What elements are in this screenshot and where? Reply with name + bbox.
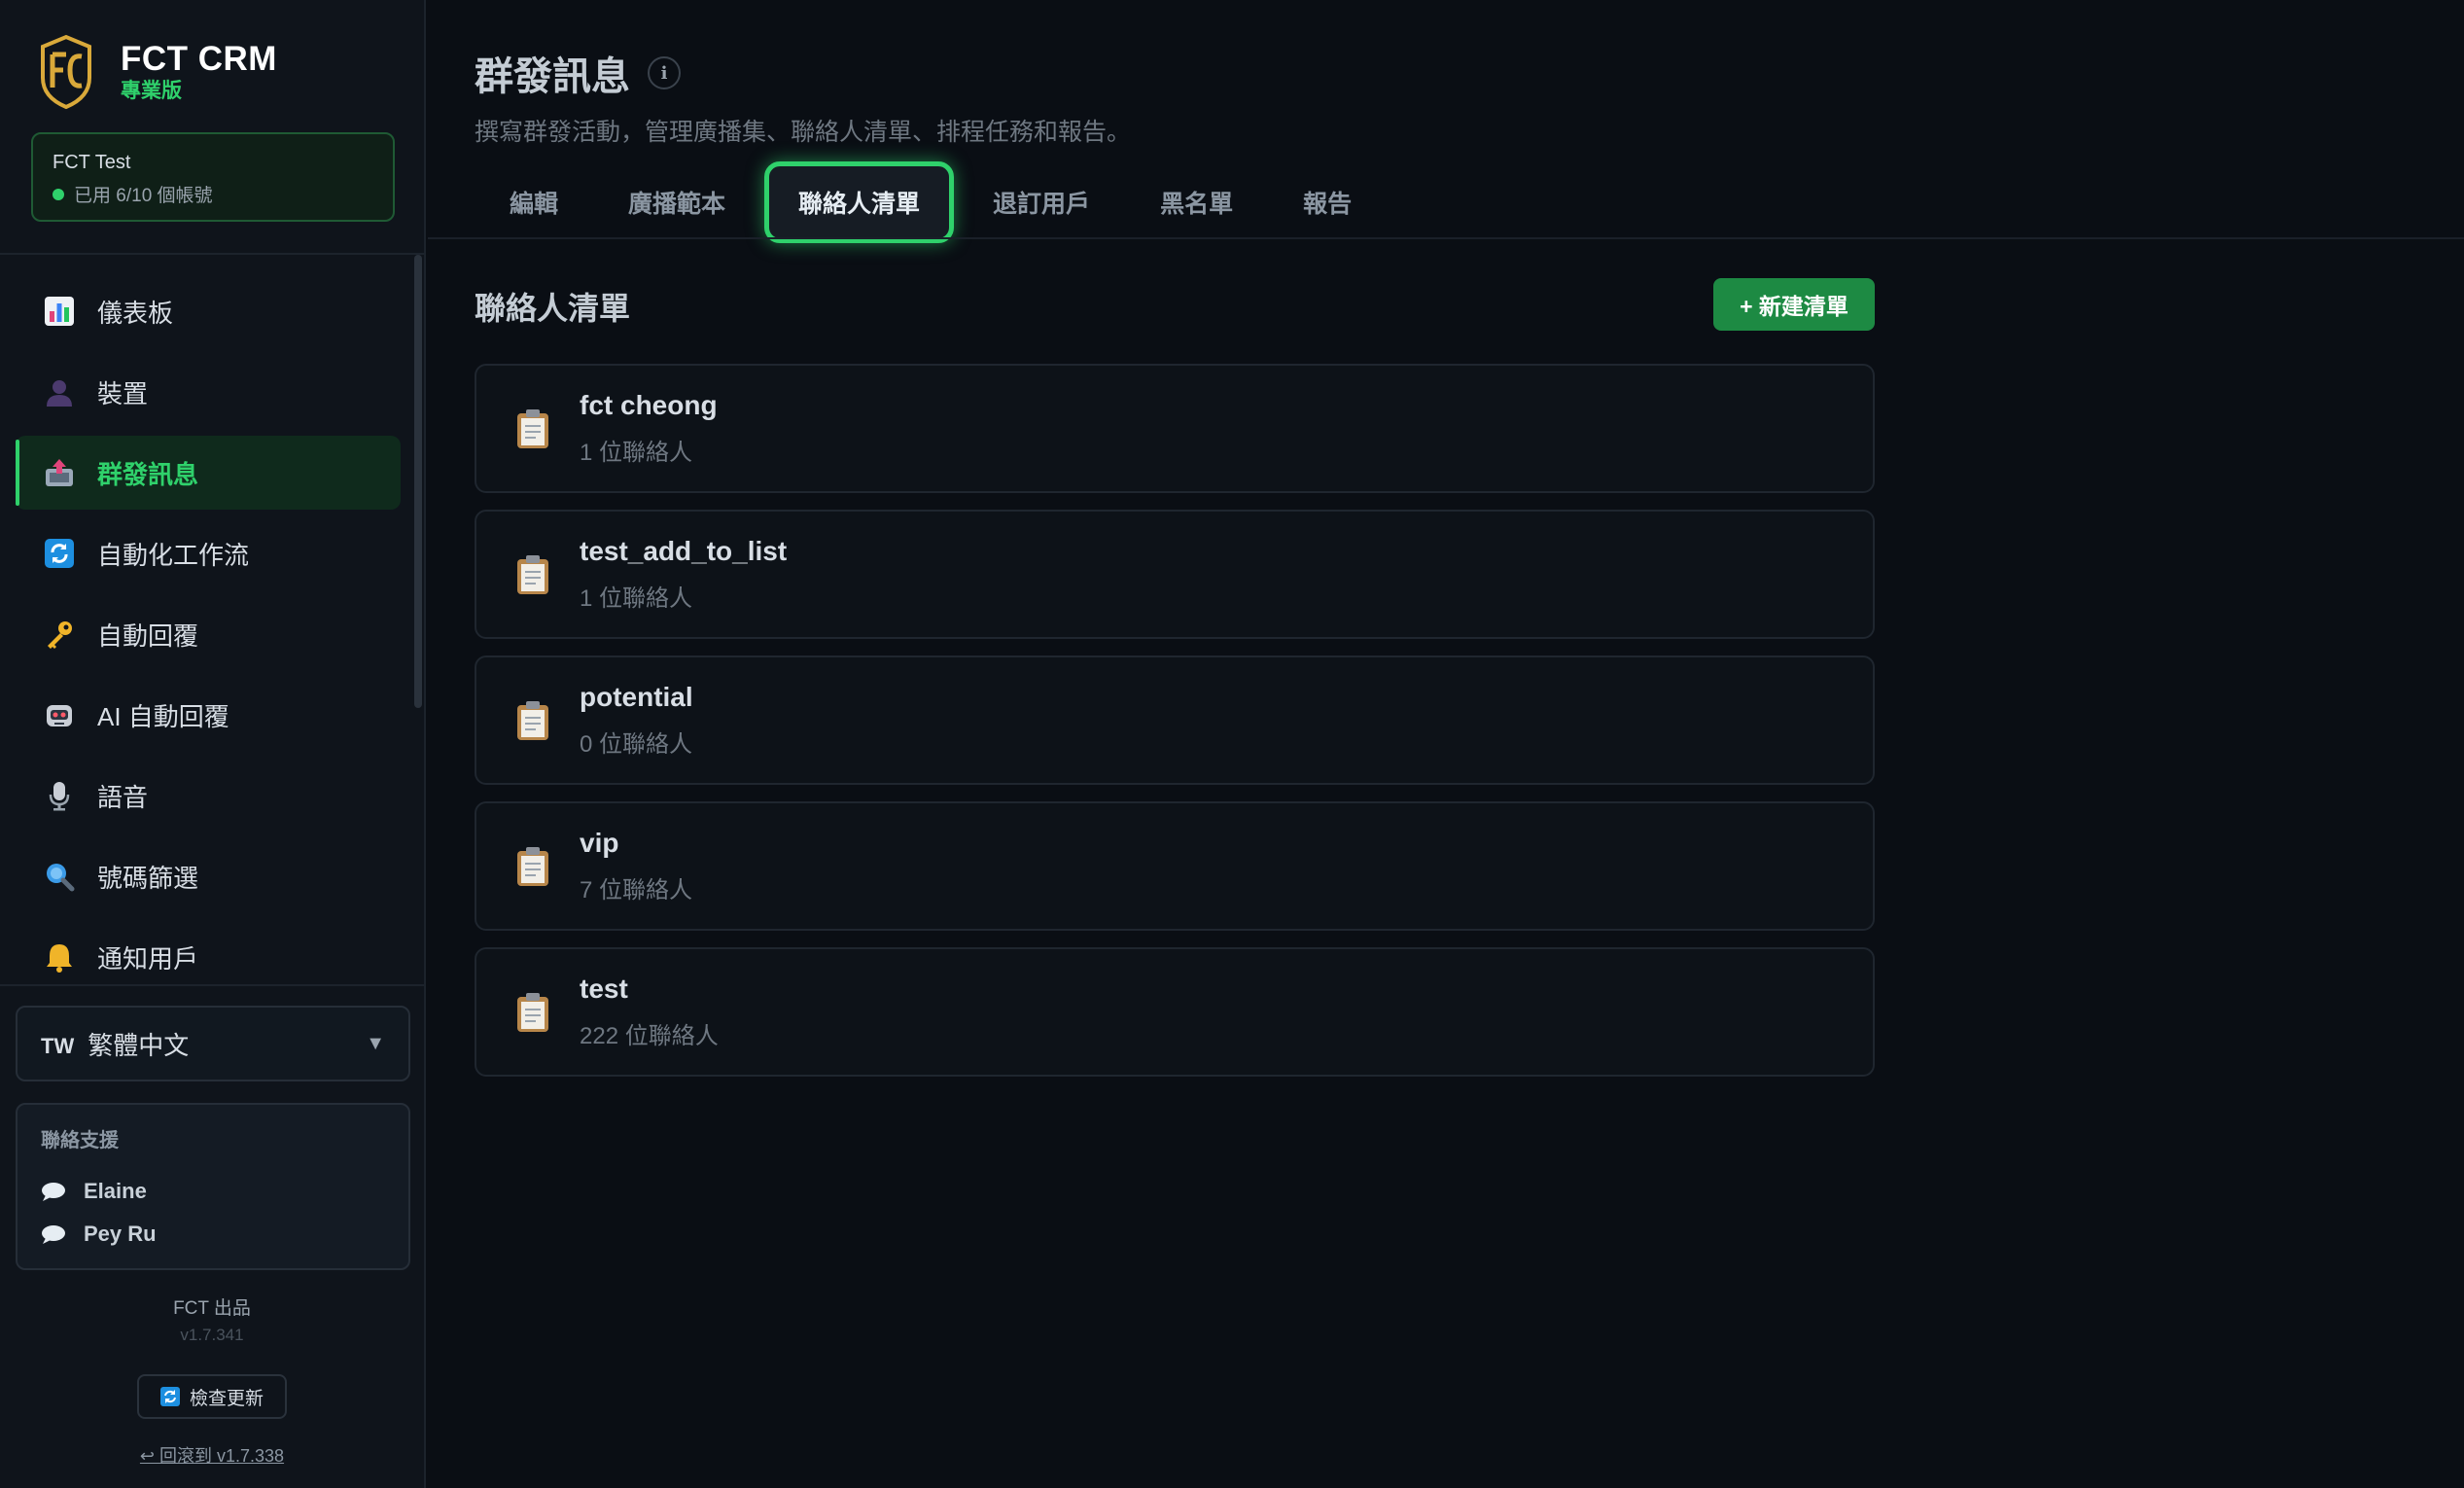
support-contact-name: Pey Ru bbox=[84, 1222, 157, 1246]
list-name: test_add_to_list bbox=[580, 536, 788, 566]
list-item[interactable]: fct cheong 1 位聯絡人 bbox=[475, 364, 1875, 493]
sidebar-item-label: 語音 bbox=[97, 782, 149, 812]
list-item[interactable]: potential 0 位聯絡人 bbox=[475, 655, 1875, 785]
language-select[interactable]: TW 繁體中文 ▼ bbox=[16, 1006, 410, 1081]
sidebar-scrollbar[interactable] bbox=[414, 255, 422, 708]
tab-bar: 編輯 廣播範本 聯絡人清單 退訂用戶 黑名單 報告 bbox=[475, 161, 1387, 243]
tab-reports[interactable]: 報告 bbox=[1268, 161, 1387, 243]
sidebar-item-automation[interactable]: 自動化工作流 bbox=[16, 516, 401, 590]
sidebar-item-label: AI 自動回覆 bbox=[97, 701, 229, 731]
tab-compose[interactable]: 編輯 bbox=[475, 161, 593, 243]
magnifier-icon bbox=[43, 860, 76, 893]
new-list-button[interactable]: + 新建清單 bbox=[1713, 278, 1875, 331]
tab-unsubscribed[interactable]: 退訂用戶 bbox=[958, 161, 1125, 243]
list-item[interactable]: test_add_to_list 1 位聯絡人 bbox=[475, 510, 1875, 639]
tab-blacklist[interactable]: 黑名單 bbox=[1125, 161, 1268, 243]
brand-edition: 專業版 bbox=[121, 80, 182, 102]
key-icon bbox=[43, 618, 76, 651]
support-contact-name: Elaine bbox=[84, 1179, 147, 1203]
sidebar: FCT CRM 專業版 FCT Test 已用 6/10 個帳號 儀表板 裝置 bbox=[0, 0, 426, 1488]
sidebar-item-label: 自動化工作流 bbox=[97, 540, 250, 570]
list-name: fct cheong bbox=[580, 390, 718, 420]
sidebar-item-ai-auto-reply[interactable]: AI 自動回覆 bbox=[16, 678, 401, 752]
sidebar-item-auto-reply[interactable]: 自動回覆 bbox=[16, 597, 401, 671]
language-code: TW bbox=[41, 1034, 75, 1058]
language-label: 繁體中文 bbox=[88, 1030, 190, 1060]
app-version: v1.7.341 bbox=[180, 1326, 244, 1344]
contact-lists: fct cheong 1 位聯絡人 test_add_to_list 1 位聯絡… bbox=[475, 364, 1875, 1093]
sidebar-item-label: 群發訊息 bbox=[97, 459, 199, 489]
check-update-label: 檢查更新 bbox=[189, 1388, 264, 1409]
microphone-icon bbox=[43, 779, 76, 812]
list-contact-count: 1 位聯絡人 bbox=[580, 440, 693, 466]
support-contact-elaine[interactable]: Elaine bbox=[41, 1170, 385, 1213]
tab-broadcast-templates[interactable]: 廣播範本 bbox=[593, 161, 760, 243]
clipboard-icon bbox=[517, 992, 548, 1032]
list-contact-count: 0 位聯絡人 bbox=[580, 731, 693, 758]
support-contact-pey-ru[interactable]: Pey Ru bbox=[41, 1213, 385, 1256]
account-name: FCT Test bbox=[53, 152, 131, 173]
robot-icon bbox=[43, 698, 76, 731]
sidebar-nav: 儀表板 裝置 群發訊息 自動化工作流 自動回覆 AI 自動回覆 語音 號碼篩選 … bbox=[16, 274, 401, 1001]
tab-contact-lists[interactable]: 聯絡人清單 bbox=[764, 161, 955, 243]
chart-icon bbox=[43, 295, 76, 328]
account-card[interactable]: FCT Test 已用 6/10 個帳號 bbox=[31, 132, 395, 222]
caret-down-icon: ▼ bbox=[366, 1032, 385, 1054]
check-update-button[interactable]: 檢查更新 bbox=[136, 1374, 287, 1419]
chat-bubble-icon bbox=[42, 1183, 65, 1201]
rollback-link[interactable]: ↩ 回滾到 v1.7.338 bbox=[0, 1442, 424, 1468]
refresh-icon bbox=[43, 537, 76, 570]
sidebar-item-voice[interactable]: 語音 bbox=[16, 759, 401, 833]
chat-bubble-icon bbox=[42, 1225, 65, 1244]
brand-title: FCT CRM bbox=[121, 40, 277, 78]
list-contact-count: 222 位聯絡人 bbox=[580, 1023, 719, 1049]
footer-brand: FCT 出品 bbox=[173, 1298, 251, 1319]
section-title: 聯絡人清單 bbox=[475, 291, 631, 326]
brand[interactable]: FCT CRM 專業版 bbox=[37, 33, 277, 111]
tab-divider bbox=[428, 237, 2464, 239]
support-title: 聯絡支援 bbox=[41, 1130, 119, 1151]
list-item[interactable]: test 222 位聯絡人 bbox=[475, 947, 1875, 1077]
person-icon bbox=[43, 375, 76, 408]
outbox-icon bbox=[43, 456, 76, 489]
page-header: 群發訊息 i 撰寫群發活動，管理廣播集、聯絡人清單、排程任務和報告。 bbox=[475, 45, 1131, 148]
list-contact-count: 1 位聯絡人 bbox=[580, 585, 693, 612]
sidebar-footer: FCT 出品 v1.7.341 檢查更新 ↩ 回滾到 v1.7.338 bbox=[0, 1293, 424, 1468]
list-name: vip bbox=[580, 828, 619, 858]
clipboard-icon bbox=[517, 408, 548, 448]
sidebar-item-broadcast[interactable]: 群發訊息 bbox=[16, 436, 401, 510]
sidebar-item-dashboard[interactable]: 儀表板 bbox=[16, 274, 401, 348]
info-icon[interactable]: i bbox=[648, 56, 681, 89]
clipboard-icon bbox=[517, 700, 548, 740]
sidebar-item-label: 自動回覆 bbox=[97, 620, 199, 651]
sidebar-item-number-filter[interactable]: 號碼篩選 bbox=[16, 839, 401, 913]
clipboard-icon bbox=[517, 846, 548, 886]
fct-logo-icon bbox=[41, 34, 91, 110]
sidebar-item-notify-users[interactable]: 通知用戶 bbox=[16, 920, 401, 994]
sidebar-item-devices[interactable]: 裝置 bbox=[16, 355, 401, 429]
refresh-icon bbox=[159, 1387, 180, 1406]
sidebar-divider bbox=[0, 253, 424, 255]
account-usage: 已用 6/10 個帳號 bbox=[74, 186, 213, 206]
list-name: potential bbox=[580, 682, 693, 712]
account-status: 已用 6/10 個帳號 bbox=[53, 181, 373, 207]
page-title: 群發訊息 bbox=[475, 55, 630, 98]
list-name: test bbox=[580, 974, 628, 1004]
sidebar-item-label: 號碼篩選 bbox=[97, 863, 199, 893]
list-item[interactable]: vip 7 位聯絡人 bbox=[475, 801, 1875, 931]
main-content: 群發訊息 i 撰寫群發活動，管理廣播集、聯絡人清單、排程任務和報告。 編輯 廣播… bbox=[428, 0, 2464, 1488]
page-subtitle: 撰寫群發活動，管理廣播集、聯絡人清單、排程任務和報告。 bbox=[475, 119, 1132, 146]
sidebar-item-label: 通知用戶 bbox=[97, 943, 199, 974]
bell-icon bbox=[43, 940, 76, 974]
sidebar-item-label: 裝置 bbox=[97, 378, 149, 408]
support-card: 聯絡支援 Elaine Pey Ru bbox=[16, 1103, 410, 1270]
list-contact-count: 7 位聯絡人 bbox=[580, 877, 693, 903]
clipboard-icon bbox=[517, 554, 548, 594]
sidebar-divider bbox=[0, 984, 424, 986]
sidebar-item-label: 儀表板 bbox=[97, 298, 174, 328]
online-status-icon bbox=[53, 188, 64, 200]
